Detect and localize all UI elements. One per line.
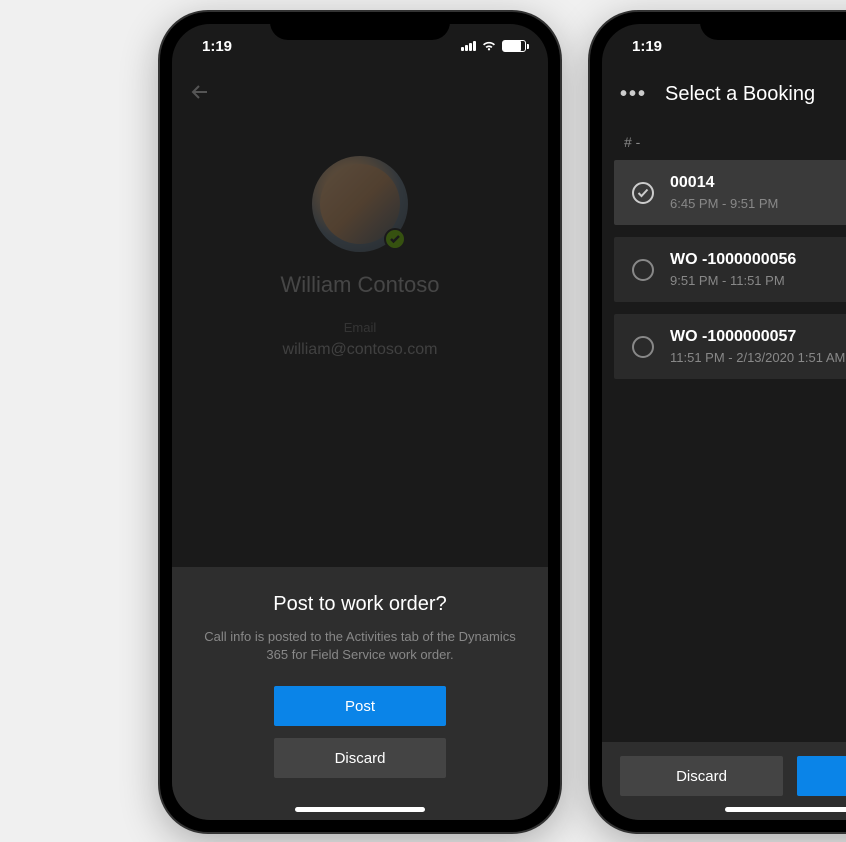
radio-unselected-icon[interactable]: [632, 336, 654, 358]
screen-left: 1:19: [172, 24, 548, 820]
home-indicator[interactable]: [725, 807, 846, 812]
sheet-title: Post to work order?: [273, 593, 446, 616]
home-indicator[interactable]: [295, 807, 425, 812]
booking-title: WO -1000000057: [670, 328, 845, 346]
app-header: ••• Select a Booking: [602, 68, 846, 120]
profile-section: William Contoso Email william@contoso.co…: [172, 116, 548, 567]
booking-time: 6:45 PM - 9:51 PM: [670, 196, 778, 211]
post-button[interactable]: Post: [274, 686, 446, 726]
presence-available-icon: [384, 228, 406, 250]
status-indicators: [461, 40, 526, 52]
post-button[interactable]: Post: [797, 756, 846, 796]
discard-button[interactable]: Discard: [620, 756, 783, 796]
booking-list: 00014 6:45 PM - 9:51 PM WO -1000000056 9…: [602, 160, 846, 742]
discard-button[interactable]: Discard: [274, 738, 446, 778]
list-sort-header[interactable]: # -: [602, 120, 846, 160]
screen-right: 1:19 ••• Select a Booking # -: [602, 24, 846, 820]
back-arrow-icon[interactable]: [188, 80, 212, 104]
status-time: 1:19: [202, 38, 232, 55]
action-sheet: Post to work order? Call info is posted …: [172, 567, 548, 820]
booking-title: 00014: [670, 174, 778, 192]
battery-icon: [502, 40, 526, 52]
wifi-icon: [481, 40, 497, 52]
radio-selected-icon[interactable]: [632, 182, 654, 204]
phone-mockup-right: 1:19 ••• Select a Booking # -: [590, 12, 846, 832]
booking-item[interactable]: 00014 6:45 PM - 9:51 PM: [614, 160, 846, 225]
notch: [700, 12, 846, 40]
phone-mockup-left: 1:19: [160, 12, 560, 832]
status-time: 1:19: [632, 38, 662, 55]
booking-item[interactable]: WO -1000000057 11:51 PM - 2/13/2020 1:51…: [614, 314, 846, 379]
page-title: Select a Booking: [665, 83, 815, 106]
more-icon[interactable]: •••: [620, 83, 647, 106]
booking-item[interactable]: WO -1000000056 9:51 PM - 11:51 PM: [614, 237, 846, 302]
email-label: Email: [344, 320, 377, 335]
radio-unselected-icon[interactable]: [632, 259, 654, 281]
email-value: william@contoso.com: [283, 341, 438, 359]
avatar: [312, 156, 408, 252]
app-header: [172, 68, 548, 116]
booking-time: 11:51 PM - 2/13/2020 1:51 AM: [670, 350, 845, 365]
sheet-body: Call info is posted to the Activities ta…: [196, 628, 524, 664]
profile-name: William Contoso: [281, 272, 440, 298]
booking-title: WO -1000000056: [670, 251, 796, 269]
cellular-signal-icon: [461, 41, 476, 51]
booking-time: 9:51 PM - 11:51 PM: [670, 273, 796, 288]
notch: [270, 12, 450, 40]
